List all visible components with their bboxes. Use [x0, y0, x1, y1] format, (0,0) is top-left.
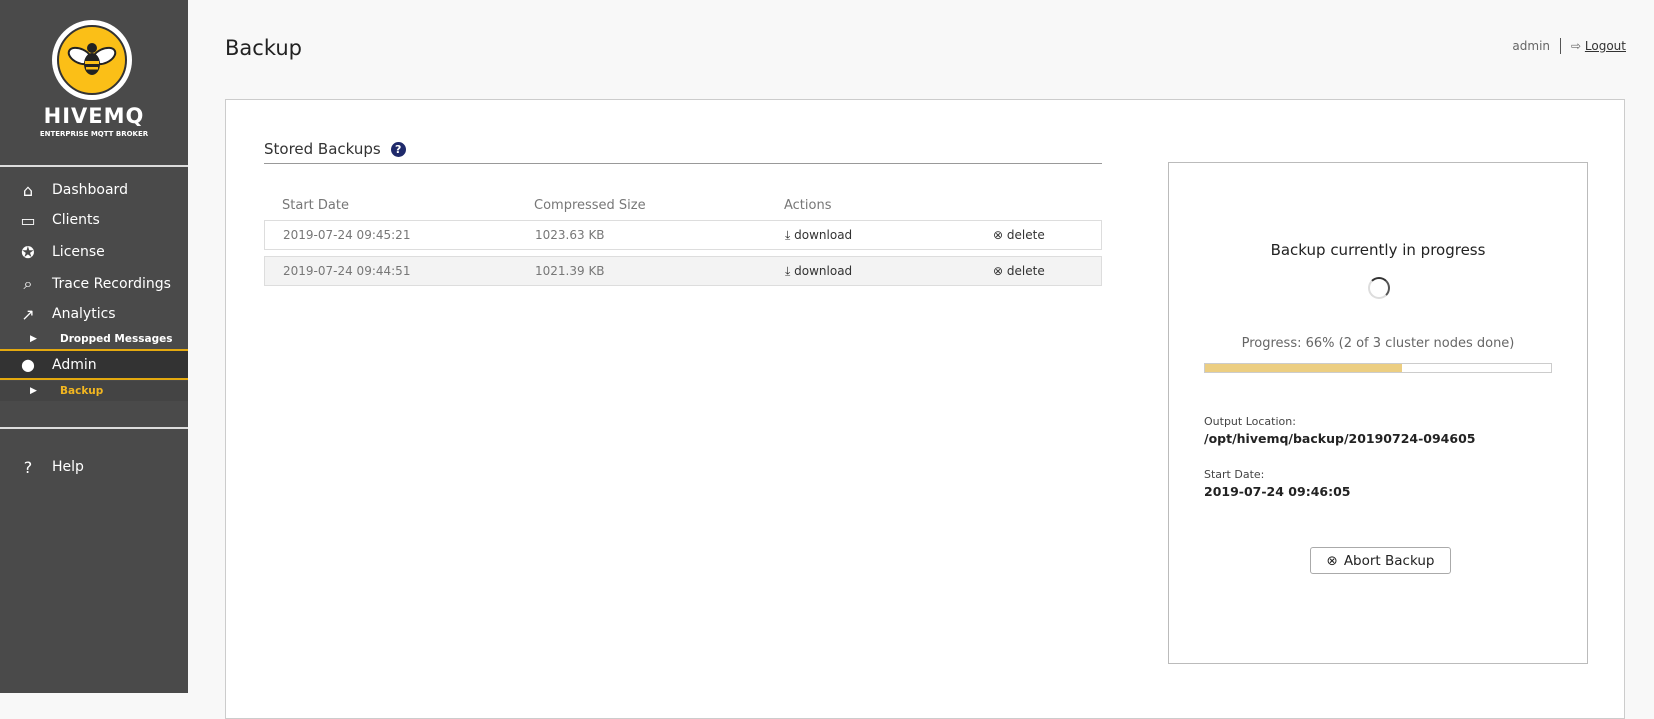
label: Clients	[52, 212, 100, 228]
logout-link[interactable]: ⇨ Logout	[1571, 39, 1626, 53]
abort-backup-button[interactable]: ⊗ Abort Backup	[1310, 547, 1451, 574]
progress-text: Progress: 66% (2 of 3 cluster nodes done…	[1241, 336, 1515, 351]
cell-date: 2019-07-24 09:45:21	[283, 228, 411, 242]
sidebar-item-admin[interactable]: ● Admin	[0, 349, 188, 380]
hivemq-logo	[52, 20, 132, 100]
label: delete	[1006, 264, 1045, 278]
label: Help	[52, 459, 84, 475]
download-icon: ⤓	[785, 228, 791, 242]
stored-backups-heading: Stored Backups?	[264, 140, 406, 158]
heading-underline	[264, 163, 1102, 164]
heading-text: Stored Backups	[264, 140, 381, 158]
label: Analytics	[52, 306, 116, 322]
bee-icon	[67, 43, 117, 75]
sidebar-item-help[interactable]: ? Help	[0, 452, 188, 482]
brand-subtitle: ENTERPRISE MQTT BROKER	[39, 130, 149, 138]
user-icon: ●	[21, 355, 35, 374]
caret-right-icon: ▶	[30, 334, 37, 344]
column-start-date: Start Date	[282, 198, 349, 213]
column-compressed-size: Compressed Size	[534, 198, 646, 213]
table-header: Start Date Compressed Size Actions	[264, 197, 1102, 215]
delete-button[interactable]: ⊗ delete	[993, 221, 1045, 249]
sidebar: HIVEMQ ENTERPRISE MQTT BROKER ⌂ Dashboard…	[0, 0, 188, 693]
brand-name: HIVEMQ	[43, 104, 145, 128]
caret-right-icon: ▶	[30, 386, 37, 396]
spinner-icon	[1368, 277, 1390, 299]
sidebar-item-dashboard[interactable]: ⌂ Dashboard	[0, 175, 188, 205]
username: admin	[1512, 39, 1551, 53]
sidebar-subitem-backup[interactable]: ▶ Backup	[0, 381, 188, 401]
separator	[1560, 38, 1562, 54]
output-location-value: /opt/hivemq/backup/20190724-094605	[1204, 431, 1476, 446]
label: Trace Recordings	[52, 276, 171, 292]
start-date-value: 2019-07-24 09:46:05	[1204, 484, 1351, 499]
column-actions: Actions	[784, 198, 832, 213]
table-row: 2019-07-24 09:45:21 1023.63 KB ⤓ downloa…	[264, 220, 1102, 250]
page-title: Backup	[225, 36, 302, 60]
sidebar-subitem-dropped-messages[interactable]: ▶ Dropped Messages	[0, 329, 188, 349]
user-menu: admin ⇨ Logout	[1512, 38, 1626, 54]
delete-button[interactable]: ⊗ delete	[993, 257, 1045, 285]
divider	[0, 427, 188, 429]
sidebar-item-trace-recordings[interactable]: ⌕ Trace Recordings	[0, 269, 188, 299]
main-panel: Stored Backups? Start Date Compressed Si…	[225, 99, 1625, 719]
label: License	[52, 244, 105, 260]
label: download	[794, 264, 853, 278]
cell-size: 1023.63 KB	[535, 228, 605, 242]
download-button[interactable]: ⤓ download	[785, 257, 852, 285]
cell-size: 1021.39 KB	[535, 264, 605, 278]
label: download	[794, 228, 853, 242]
sidebar-item-license[interactable]: ✪ License	[0, 237, 188, 267]
download-button[interactable]: ⤓ download	[785, 221, 852, 249]
progress-title: Backup currently in progress	[1270, 241, 1486, 259]
delete-icon: ⊗	[993, 228, 1004, 242]
sidebar-item-analytics[interactable]: ↗ Analytics	[0, 299, 188, 329]
start-date-label: Start Date:	[1204, 468, 1265, 481]
progress-bar	[1204, 363, 1552, 373]
label: Dashboard	[52, 182, 128, 198]
sidebar-item-clients[interactable]: ▭ Clients	[0, 205, 188, 235]
question-icon: ?	[23, 457, 33, 477]
label: Abort Backup	[1343, 552, 1435, 569]
abort-icon: ⊗	[1326, 552, 1338, 569]
chart-icon: ↗	[21, 304, 35, 324]
logout-label[interactable]: Logout	[1585, 39, 1626, 53]
trace-icon: ⌕	[23, 274, 33, 293]
label: delete	[1006, 228, 1045, 242]
label: Backup	[60, 385, 104, 397]
devices-icon: ▭	[20, 210, 36, 230]
download-icon: ⤓	[785, 264, 791, 278]
progress-fill	[1205, 364, 1403, 372]
logout-icon: ⇨	[1571, 39, 1582, 53]
output-location-label: Output Location:	[1204, 415, 1296, 428]
help-icon[interactable]: ?	[390, 141, 406, 157]
award-icon: ✪	[21, 242, 35, 262]
home-icon: ⌂	[22, 180, 34, 200]
label: Dropped Messages	[60, 333, 173, 345]
divider	[0, 165, 188, 167]
cell-date: 2019-07-24 09:44:51	[283, 264, 411, 278]
label: Admin	[52, 356, 97, 373]
backup-progress-box: Backup currently in progress Progress: 6…	[1168, 162, 1588, 664]
table-row: 2019-07-24 09:44:51 1021.39 KB ⤓ downloa…	[264, 256, 1102, 286]
delete-icon: ⊗	[993, 264, 1004, 278]
